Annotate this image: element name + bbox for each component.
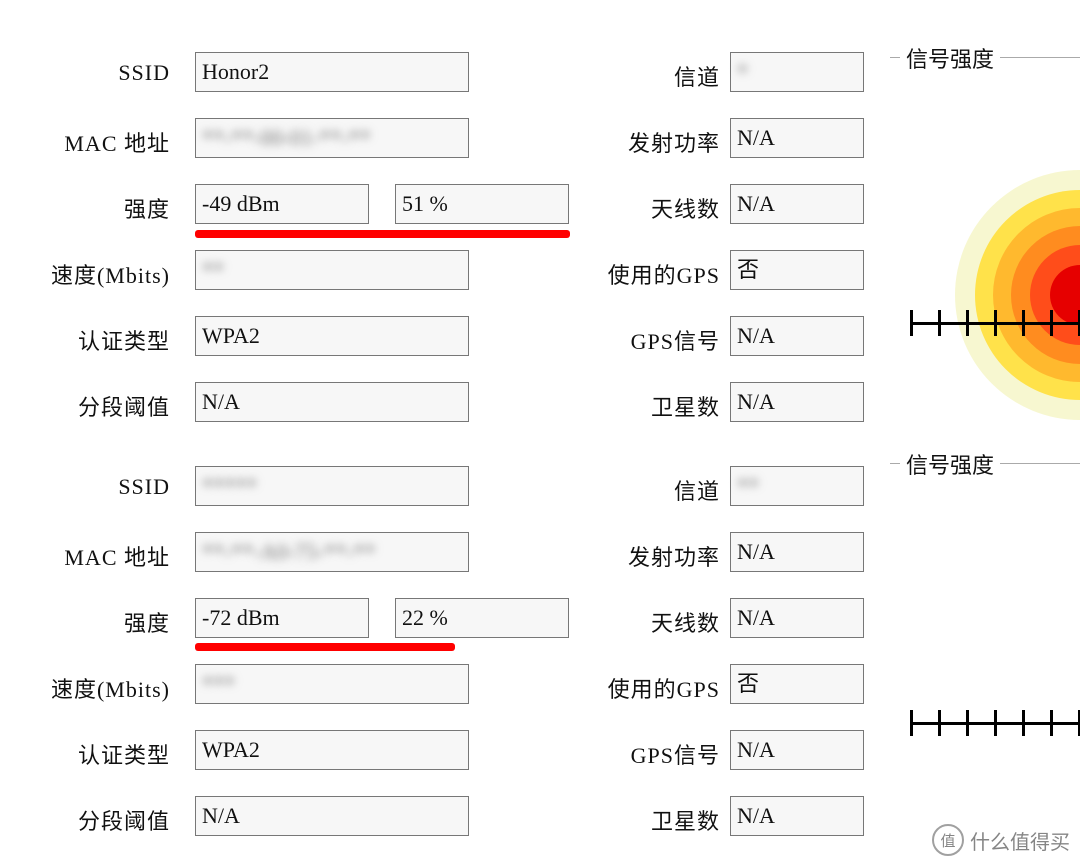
label-auth: 认证类型 bbox=[0, 738, 170, 770]
label-gps-used: 使用的GPS bbox=[430, 258, 720, 290]
value-speed[interactable]: ** bbox=[195, 250, 469, 290]
value-strength-dbm[interactable]: -72 dBm bbox=[195, 598, 369, 638]
wifi-info-panel-top: SSID Honor2 信道 * MAC 地址 **-**-00-01-**-*… bbox=[0, 0, 1080, 425]
value-auth[interactable]: WPA2 bbox=[195, 316, 469, 356]
label-ssid: SSID bbox=[0, 60, 170, 86]
value-satellites[interactable]: N/A bbox=[730, 382, 864, 422]
label-txpower: 发射功率 bbox=[430, 540, 720, 572]
label-gps-used: 使用的GPS bbox=[430, 672, 720, 704]
groupbox-title: 信号强度 bbox=[900, 42, 1000, 74]
value-satellites[interactable]: N/A bbox=[730, 796, 864, 836]
value-antennas[interactable]: N/A bbox=[730, 598, 864, 638]
value-mac[interactable]: **-**-00-01-**-** bbox=[195, 118, 469, 158]
label-mac: MAC 地址 bbox=[0, 540, 170, 572]
label-antennas: 天线数 bbox=[430, 192, 720, 224]
label-strength: 强度 bbox=[0, 192, 170, 224]
panel-divider bbox=[0, 425, 1080, 432]
label-txpower: 发射功率 bbox=[430, 126, 720, 158]
watermark: 值 什么值得买 bbox=[932, 824, 1070, 856]
label-channel: 信道 bbox=[430, 474, 720, 506]
label-frag: 分段阈值 bbox=[0, 804, 170, 836]
value-strength-dbm[interactable]: -49 dBm bbox=[195, 184, 369, 224]
label-gps-signal: GPS信号 bbox=[430, 324, 720, 356]
value-antennas[interactable]: N/A bbox=[730, 184, 864, 224]
value-ssid[interactable]: ***** bbox=[195, 466, 469, 506]
value-channel[interactable]: * bbox=[730, 52, 864, 92]
value-txpower[interactable]: N/A bbox=[730, 118, 864, 158]
label-speed: 速度(Mbits) bbox=[0, 672, 170, 704]
value-ssid[interactable]: Honor2 bbox=[195, 52, 469, 92]
value-mac[interactable]: **-**-A0-75-**-** bbox=[195, 532, 469, 572]
watermark-badge-icon: 值 bbox=[932, 824, 964, 856]
highlight-underline bbox=[195, 643, 455, 651]
value-auth[interactable]: WPA2 bbox=[195, 730, 469, 770]
value-gps-signal[interactable]: N/A bbox=[730, 730, 864, 770]
label-auth: 认证类型 bbox=[0, 324, 170, 356]
watermark-text: 什么值得买 bbox=[970, 826, 1070, 855]
label-satellites: 卫星数 bbox=[430, 390, 720, 422]
signal-strength-group: 信号强度 bbox=[880, 448, 1080, 808]
value-speed[interactable]: *** bbox=[195, 664, 469, 704]
fields-grid: SSID ***** 信道 ** MAC 地址 **-**-A0-75-**-*… bbox=[10, 464, 860, 860]
signal-bullseye-icon bbox=[955, 170, 1080, 420]
label-gps-signal: GPS信号 bbox=[430, 738, 720, 770]
value-gps-used[interactable]: 否 bbox=[730, 664, 864, 704]
value-gps-signal[interactable]: N/A bbox=[730, 316, 864, 356]
value-frag[interactable]: N/A bbox=[195, 382, 469, 422]
label-mac: MAC 地址 bbox=[0, 126, 170, 158]
signal-scale-ruler bbox=[910, 702, 1080, 742]
label-satellites: 卫星数 bbox=[430, 804, 720, 836]
label-channel: 信道 bbox=[430, 60, 720, 92]
signal-scale-ruler bbox=[910, 302, 1080, 342]
groupbox-title: 信号强度 bbox=[900, 448, 1000, 480]
label-ssid: SSID bbox=[0, 474, 170, 500]
label-speed: 速度(Mbits) bbox=[0, 258, 170, 290]
value-frag[interactable]: N/A bbox=[195, 796, 469, 836]
fields-grid: SSID Honor2 信道 * MAC 地址 **-**-00-01-**-*… bbox=[10, 50, 860, 446]
label-antennas: 天线数 bbox=[430, 606, 720, 638]
label-frag: 分段阈值 bbox=[0, 390, 170, 422]
value-channel[interactable]: ** bbox=[730, 466, 864, 506]
value-txpower[interactable]: N/A bbox=[730, 532, 864, 572]
wifi-info-panel-bottom: SSID ***** 信道 ** MAC 地址 **-**-A0-75-**-*… bbox=[0, 432, 1080, 864]
label-strength: 强度 bbox=[0, 606, 170, 638]
highlight-underline bbox=[195, 230, 570, 238]
value-gps-used[interactable]: 否 bbox=[730, 250, 864, 290]
